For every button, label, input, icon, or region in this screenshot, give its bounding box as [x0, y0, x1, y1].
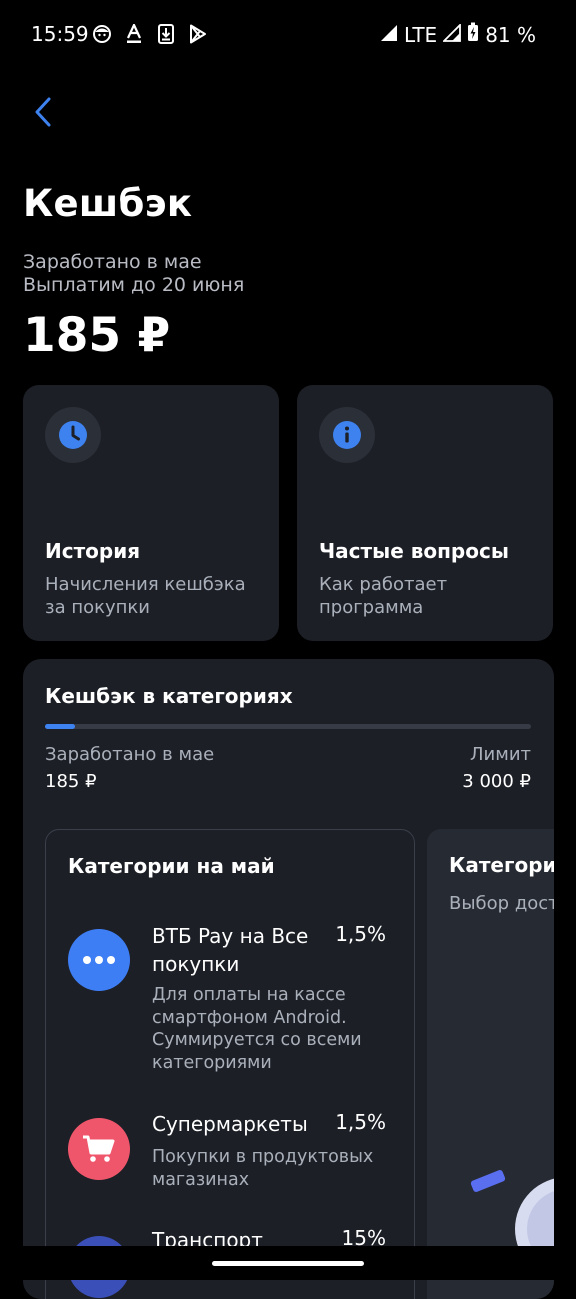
history-description: Начисления кешбэка за покупки	[45, 574, 246, 618]
faq-title: Частые вопросы	[319, 539, 509, 563]
download-icon	[154, 22, 178, 46]
navigation-bar	[0, 1246, 576, 1280]
cart-icon	[83, 1135, 115, 1162]
category-choice-subtitle: Выбор дост	[449, 893, 554, 914]
earned-subtitle: Заработано в мае	[23, 251, 202, 273]
category-icon-wrap	[68, 929, 130, 991]
category-name: Супермаркеты	[152, 1112, 308, 1136]
battery-charging-icon	[467, 22, 479, 47]
faq-card[interactable]: Частые вопросы Как работает программа	[297, 385, 553, 641]
progress-fill	[45, 724, 75, 729]
payout-subtitle: Выплатим до 20 июня	[23, 274, 245, 296]
network-type: LTE	[403, 22, 438, 47]
history-icon-wrap	[45, 407, 101, 463]
illustration-icon	[470, 1169, 554, 1249]
notification-icons	[90, 22, 210, 46]
cashback-amount: 185 ₽	[23, 308, 171, 363]
categories-title: Кешбэк в категориях	[45, 684, 293, 708]
limit-value: 3 000 ₽	[462, 771, 531, 792]
cashback-progress	[45, 724, 531, 729]
category-percent: 1,5%	[335, 1110, 386, 1134]
limit-label: Лимит	[470, 744, 531, 765]
info-icon	[333, 421, 361, 449]
clock-icon	[59, 421, 87, 449]
category-description: Для оплаты на кассе смартфоном Android. …	[152, 985, 362, 1073]
back-button[interactable]	[26, 93, 60, 131]
category-choice-title: Категории	[449, 853, 554, 877]
status-time: 15:59	[31, 22, 89, 46]
month-categories-title: Категории на май	[68, 854, 275, 878]
faq-icon-wrap	[319, 407, 375, 463]
history-card[interactable]: История Начисления кешбэка за покупки	[23, 385, 279, 641]
history-title: История	[45, 539, 141, 563]
home-indicator[interactable]	[212, 1261, 364, 1266]
signal-icon	[380, 23, 398, 47]
earned-value: 185 ₽	[45, 771, 97, 792]
category-percent: 1,5%	[335, 922, 386, 946]
status-bar: 15:59 LTE 81 %	[0, 0, 576, 72]
chevron-left-icon	[35, 97, 51, 127]
status-right: LTE 81 %	[380, 22, 536, 47]
page-title: Кешбэк	[23, 182, 193, 225]
play-store-icon	[186, 22, 210, 46]
more-dots-icon	[83, 956, 115, 964]
category-description: Покупки в продуктовых магазинах	[152, 1147, 374, 1190]
font-icon	[122, 22, 146, 46]
face-icon	[90, 22, 114, 46]
categories-section: Кешбэк в категориях Заработано в мае 185…	[23, 659, 554, 1299]
signal-icon	[442, 22, 462, 47]
category-name: ВТБ Pay на Все покупки	[152, 924, 309, 976]
month-categories-card[interactable]: Категории на май ВТБ Pay на Все покупки …	[45, 829, 415, 1299]
battery-percent: 81 %	[485, 22, 536, 47]
category-choice-card[interactable]: Категории Выбор дост	[427, 829, 554, 1299]
faq-description: Как работает программа	[319, 574, 448, 618]
earned-label: Заработано в мае	[45, 744, 215, 765]
category-icon-wrap	[68, 1118, 130, 1180]
